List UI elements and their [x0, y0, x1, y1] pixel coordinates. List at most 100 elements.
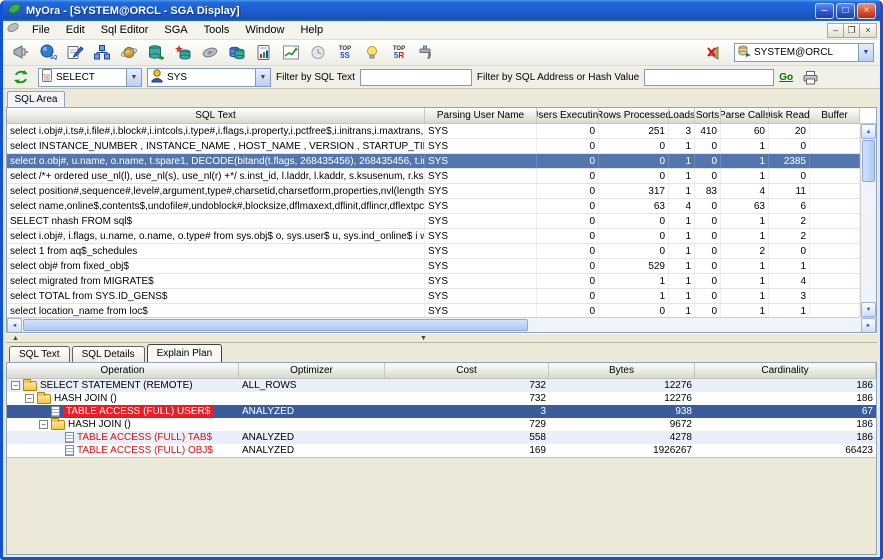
cell-operation: −TABLE ACCESS (FULL) TAB$ — [7, 431, 239, 444]
column-header-sorts[interactable]: Sorts — [695, 108, 721, 123]
scroll-left-icon[interactable]: ◄ — [7, 318, 22, 332]
column-header-users-executing[interactable]: Users Executing — [537, 108, 599, 123]
go-button[interactable]: Go — [779, 72, 793, 83]
table-row[interactable]: select INSTANCE_NUMBER , INSTANCE_NAME ,… — [7, 139, 876, 154]
table-row[interactable]: select TOTAL from SYS.ID_GENS$ SYS 0 1 1 0 1 3 — [7, 289, 876, 304]
mdi-close-button[interactable]: × — [860, 23, 876, 37]
menu-item-sql-editor[interactable]: Sql Editor — [93, 23, 157, 37]
statement-type-select[interactable]: SQL SELECT ▼ — [38, 67, 142, 87]
storage-icon[interactable] — [225, 43, 249, 63]
splitter-collapse-up-icon[interactable]: ▲ — [12, 334, 19, 344]
scroll-right-icon[interactable]: ► — [861, 318, 876, 332]
filter-sql-text-input[interactable] — [359, 68, 472, 86]
table-row[interactable]: SELECT nhash FROM sql$ SYS 0 0 1 0 1 2 — [7, 214, 876, 229]
scroll-up-icon[interactable]: ▲ — [861, 124, 876, 139]
table-row[interactable]: select name,online$,contents$,undofile#,… — [7, 199, 876, 214]
maximize-button[interactable]: □ — [836, 2, 855, 19]
schema-select[interactable]: SYS ▼ — [147, 67, 271, 87]
network-icon[interactable] — [90, 43, 114, 63]
table-row[interactable]: select i.obj#,i.ts#,i.file#,i.block#,i.i… — [7, 124, 876, 139]
column-header-cardinality[interactable]: Cardinality — [695, 363, 876, 378]
cell-value: 251 — [599, 124, 669, 138]
column-header-sql-text[interactable]: SQL Text — [7, 108, 425, 123]
menu-item-edit[interactable]: Edit — [58, 23, 93, 37]
performance-chart-icon[interactable] — [279, 43, 303, 63]
sql-editor-icon[interactable] — [63, 43, 87, 63]
explain-plan-row[interactable]: −TABLE ACCESS (FULL) USER$ANALYZED 3 938 67 — [7, 405, 876, 418]
vertical-scroll-thumb[interactable] — [862, 140, 875, 182]
cell-bytes: 12276 — [664, 393, 692, 404]
cell-buffer — [810, 169, 860, 183]
connection-select[interactable]: SYSTEM@ORCL ▼ — [734, 43, 874, 62]
sql-monitor-icon[interactable]: SQL — [36, 43, 60, 63]
vertical-scrollbar[interactable]: ▲ ▼ — [860, 124, 876, 317]
explain-plan-row[interactable]: − HASH JOIN () 732 12276 186 — [7, 392, 876, 405]
column-header-parse-calls[interactable]: Parse Calls — [721, 108, 769, 123]
column-header-disk-reads[interactable]: Disk Reads — [769, 108, 810, 123]
splitter-bar[interactable]: ▲ ▼ — [6, 333, 877, 343]
menu-bar: File Edit Sql Editor SGA Tools Window Help – ❐… — [3, 21, 880, 40]
column-header-cost[interactable]: Cost — [385, 363, 549, 378]
column-header-optimizer[interactable]: Optimizer — [239, 363, 385, 378]
horizontal-scroll-thumb[interactable] — [23, 319, 528, 331]
menu-item-help[interactable]: Help — [292, 23, 331, 37]
cell-buffer — [810, 304, 860, 318]
column-header-loads[interactable]: Loads — [669, 108, 695, 123]
menu-item-sga[interactable]: SGA — [156, 23, 195, 37]
top-5-sql-icon[interactable]: TOP 5S — [333, 46, 357, 60]
table-row[interactable]: select i.obj#, i.flags, u.name, o.name, … — [7, 229, 876, 244]
mdi-minimize-button[interactable]: – — [828, 23, 844, 37]
column-header-parsing-user-name[interactable]: Parsing User Name — [425, 108, 537, 123]
minimize-button[interactable]: – — [815, 2, 834, 19]
document-icon — [65, 432, 74, 443]
scroll-down-icon[interactable]: ▼ — [861, 302, 876, 317]
table-row[interactable]: select /*+ ordered use_nl(l), use_nl(s),… — [7, 169, 876, 184]
explain-plan-row[interactable]: − SELECT STATEMENT (REMOTE) ALL_ROWS 732 122… — [7, 379, 876, 392]
top-5-resources-icon[interactable]: TOP 5R — [387, 46, 411, 60]
title-bar[interactable]: MyOra - [SYSTEM@ORCL - SGA Display] – □ … — [3, 0, 880, 21]
connect-icon[interactable] — [9, 43, 33, 63]
kill-session-icon[interactable] — [414, 43, 438, 63]
splitter-collapse-down-icon[interactable]: ▼ — [420, 334, 427, 344]
column-header-bytes[interactable]: Bytes — [549, 363, 695, 378]
horizontal-scrollbar[interactable]: ◄ ► — [7, 317, 876, 332]
history-icon[interactable] — [306, 43, 330, 63]
memory-icon[interactable] — [198, 43, 222, 63]
table-row[interactable]: select position#,sequence#,level#,argume… — [7, 184, 876, 199]
explain-plan-row[interactable]: −TABLE ACCESS (FULL) OBJ$ANALYZED 169 1926… — [7, 444, 876, 457]
disconnect-icon[interactable] — [704, 43, 728, 63]
column-header-buffer[interactable]: Buffer — [810, 108, 860, 123]
database-refresh-icon[interactable] — [144, 43, 168, 63]
tuning-bulb-icon[interactable] — [360, 43, 384, 63]
column-header-rows-processed[interactable]: Rows Processed — [599, 108, 669, 123]
session-browser-icon[interactable] — [117, 43, 141, 63]
filter-address-input[interactable] — [644, 68, 775, 86]
cell-value: 1 — [721, 154, 769, 168]
tree-expander-icon[interactable]: − — [39, 420, 48, 429]
cell-value: 1 — [669, 289, 695, 303]
explain-plan-row[interactable]: −TABLE ACCESS (FULL) TAB$ANALYZED 558 4278… — [7, 431, 876, 444]
menu-item-tools[interactable]: Tools — [196, 23, 238, 37]
table-row[interactable]: select migrated from MIGRATE$ SYS 0 1 1 0 1 4 — [7, 274, 876, 289]
close-button[interactable]: × — [857, 2, 876, 19]
tree-expander-icon[interactable]: − — [25, 394, 34, 403]
explain-plan-row[interactable]: − HASH JOIN () 729 9672 186 — [7, 418, 876, 431]
table-row[interactable]: select obj# from fixed_obj$ SYS 0 529 1 0 1 1 — [7, 259, 876, 274]
report-icon[interactable] — [252, 43, 276, 63]
tree-expander-icon[interactable]: − — [11, 381, 20, 390]
menu-item-file[interactable]: File — [24, 23, 58, 37]
mdi-restore-button[interactable]: ❐ — [844, 23, 860, 37]
cell-sql-text: select TOTAL from SYS.ID_GENS$ — [7, 289, 425, 303]
tab-sql-area[interactable]: SQL Area — [7, 91, 65, 107]
new-connection-icon[interactable] — [171, 43, 195, 63]
tab-sql-text[interactable]: SQL Text — [9, 346, 70, 362]
tab-explain-plan[interactable]: Explain Plan — [146, 344, 223, 362]
print-icon[interactable] — [798, 67, 822, 87]
menu-item-window[interactable]: Window — [237, 23, 292, 37]
cell-sql-text: select migrated from MIGRATE$ — [7, 274, 425, 288]
tab-sql-details[interactable]: SQL Details — [71, 346, 145, 362]
table-row[interactable]: select 1 from aq$_schedules SYS 0 0 1 0 2 0 — [7, 244, 876, 259]
column-header-operation[interactable]: Operation — [7, 363, 239, 378]
refresh-icon[interactable] — [9, 67, 33, 87]
table-row[interactable]: select o.obj#, u.name, o.name, t.spare1,… — [7, 154, 876, 169]
